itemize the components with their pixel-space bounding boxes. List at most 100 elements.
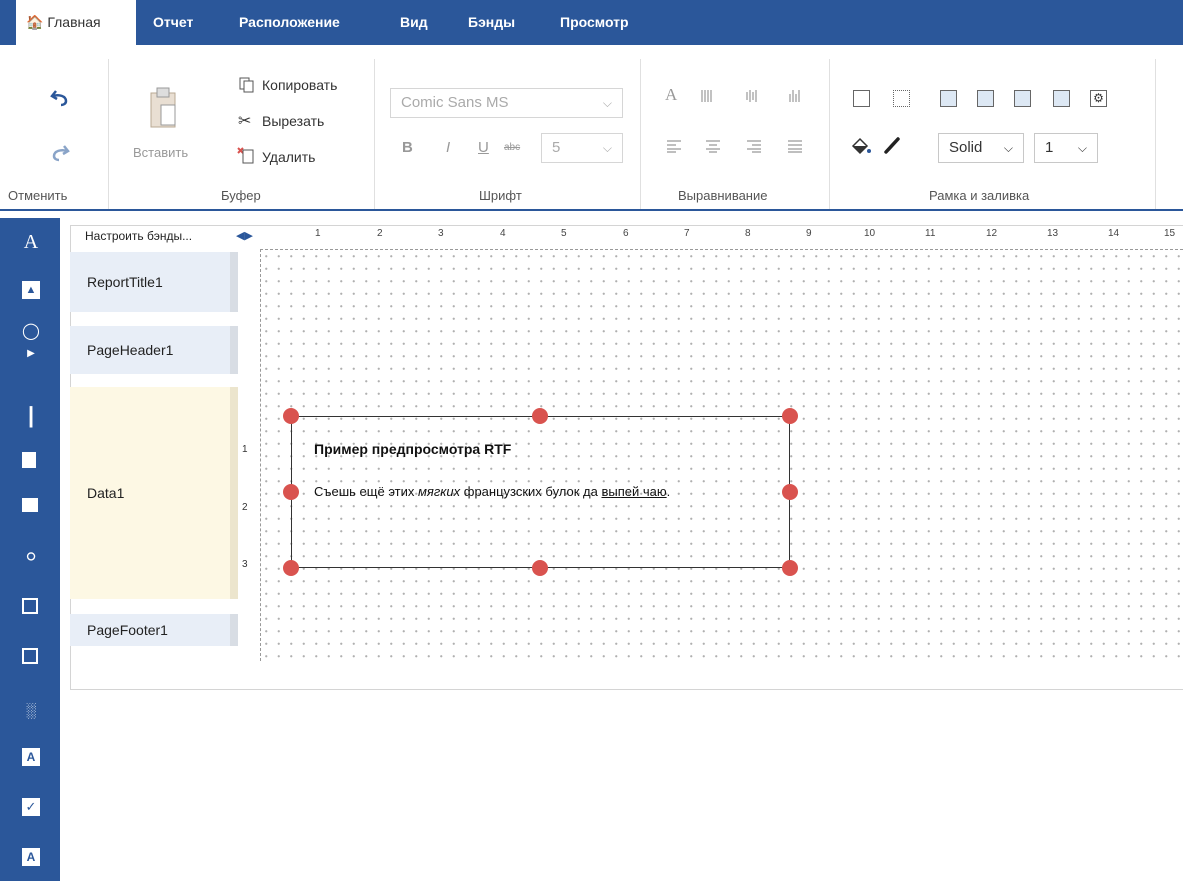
- table-tool-icon[interactable]: [22, 498, 38, 512]
- ribbon-tab-bar: 🏠 Главная Отчет Расположение Вид Бэнды П…: [0, 0, 1183, 45]
- barcode-tool-icon[interactable]: ░: [22, 701, 40, 719]
- ruler-mark: 9: [806, 228, 812, 239]
- ruler-mark: 14: [1108, 228, 1120, 239]
- configure-bands-button[interactable]: Настроить бэнды...: [85, 229, 192, 243]
- tab-report[interactable]: Отчет: [153, 0, 193, 45]
- tab-home[interactable]: 🏠 Главная: [16, 0, 136, 45]
- copy-button[interactable]: Копировать: [262, 77, 337, 93]
- ruler-mark: 1: [315, 228, 321, 239]
- strikethrough-button[interactable]: abc: [504, 142, 520, 153]
- align-middle-icon[interactable]: [745, 89, 759, 103]
- band-page-footer[interactable]: PageFooter1: [70, 614, 238, 646]
- font-family-value: Comic Sans MS: [401, 94, 509, 111]
- align-left-icon[interactable]: [667, 139, 681, 153]
- band-data[interactable]: Data1: [70, 387, 238, 599]
- vruler-mark: 2: [242, 502, 248, 513]
- rich-text-tool-icon[interactable]: [22, 452, 36, 468]
- border-color-icon[interactable]: [882, 135, 902, 155]
- resize-handle[interactable]: [283, 560, 299, 576]
- delete-icon: [237, 147, 254, 164]
- tab-bands[interactable]: Бэнды: [468, 0, 515, 45]
- ruler-mark: 11: [925, 228, 936, 239]
- tab-view[interactable]: Вид: [400, 0, 428, 45]
- undo-group-label: Отменить: [8, 188, 68, 203]
- vruler-mark: 1: [242, 444, 248, 455]
- resize-handle[interactable]: [782, 560, 798, 576]
- italic-button[interactable]: I: [446, 139, 450, 156]
- border-bottom-icon[interactable]: [1053, 90, 1070, 107]
- undo-icon[interactable]: [50, 87, 70, 107]
- delete-button[interactable]: Удалить: [262, 149, 315, 165]
- home-icon: 🏠: [26, 14, 44, 30]
- resize-handle[interactable]: [283, 408, 299, 424]
- text-field-tool-icon[interactable]: A: [22, 848, 40, 866]
- border-all-icon[interactable]: [853, 90, 870, 107]
- ruler-mark: 13: [1047, 228, 1059, 239]
- ruler-mark: 6: [623, 228, 629, 239]
- chevron-down-icon: ⌵: [1003, 141, 1013, 155]
- tab-layout[interactable]: Расположение: [239, 0, 340, 45]
- ruler-mark: 10: [864, 228, 876, 239]
- resize-handle[interactable]: [782, 484, 798, 500]
- line-tool-icon[interactable]: ┃: [22, 408, 40, 426]
- align-right-icon[interactable]: [747, 139, 761, 153]
- cut-icon: ✂: [238, 113, 252, 130]
- align-justify-icon[interactable]: [788, 139, 802, 153]
- rtf-body: Съешь ещё этих мягких французских булок …: [314, 484, 671, 499]
- border-right-icon[interactable]: [1014, 90, 1031, 107]
- paste-icon[interactable]: [147, 83, 177, 129]
- cut-button[interactable]: Вырезать: [262, 113, 324, 129]
- resize-handle[interactable]: [532, 560, 548, 576]
- subreport-tool-icon[interactable]: [22, 598, 38, 614]
- band-page-header[interactable]: PageHeader1: [70, 326, 238, 374]
- ruler-mark: 8: [745, 228, 751, 239]
- border-none-icon[interactable]: [893, 90, 910, 107]
- checkbox-tool-icon[interactable]: ✓: [22, 798, 40, 816]
- text-box-tool-icon[interactable]: A: [22, 748, 40, 766]
- resize-handle[interactable]: [283, 484, 299, 500]
- ruler-mark: 4: [500, 228, 506, 239]
- chart-tool-icon[interactable]: [22, 648, 38, 664]
- ruler-mark: 15: [1164, 228, 1176, 239]
- shape-tool-icon[interactable]: ◯: [22, 323, 40, 341]
- ruler-mark: 2: [377, 228, 383, 239]
- chevron-down-icon: ⌵: [602, 96, 612, 110]
- ruler-mark: 5: [561, 228, 567, 239]
- border-top-icon[interactable]: [977, 90, 994, 107]
- copy-icon: [239, 77, 254, 93]
- paste-button[interactable]: Вставить: [133, 145, 188, 160]
- border-style-select[interactable]: Solid ⌵: [938, 133, 1024, 163]
- font-family-select[interactable]: Comic Sans MS ⌵: [390, 88, 623, 118]
- resize-handle[interactable]: [782, 408, 798, 424]
- globe-tool-icon[interactable]: ⚪: [22, 548, 40, 566]
- collapse-bands-icon[interactable]: ◀▶: [236, 229, 253, 242]
- picture-tool-icon[interactable]: ▲: [22, 281, 40, 299]
- redo-icon[interactable]: [50, 142, 70, 162]
- resize-handle[interactable]: [532, 408, 548, 424]
- font-color-icon[interactable]: A: [665, 85, 677, 105]
- tab-preview[interactable]: Просмотр: [560, 0, 629, 45]
- label-tool-icon[interactable]: A: [22, 232, 40, 252]
- ruler-mark: 3: [438, 228, 444, 239]
- border-left-icon[interactable]: [940, 90, 957, 107]
- align-top-icon[interactable]: [700, 89, 714, 103]
- rtf-control[interactable]: Пример предпросмотра RTF Съешь ещё этих …: [291, 416, 790, 568]
- border-style-value: Solid: [949, 139, 983, 156]
- band-report-title[interactable]: ReportTitle1: [70, 252, 238, 312]
- fill-color-icon[interactable]: [850, 136, 872, 156]
- font-size-value: 5: [552, 139, 561, 156]
- font-size-select[interactable]: 5 ⌵: [541, 133, 623, 163]
- expand-arrow-icon[interactable]: ▶: [22, 345, 40, 363]
- chevron-down-icon: ⌵: [602, 141, 612, 155]
- bold-button[interactable]: B: [402, 139, 413, 156]
- align-bottom-icon[interactable]: [788, 89, 802, 103]
- chevron-down-icon: ⌵: [1077, 141, 1087, 155]
- align-center-icon[interactable]: [706, 139, 720, 153]
- border-settings-icon[interactable]: ⚙: [1090, 90, 1107, 107]
- ribbon: Отменить Вставить Копировать ✂ Вырезать …: [0, 45, 1183, 211]
- underline-button[interactable]: U: [478, 139, 489, 156]
- toolbox: A ▲ ◯ ▶ ┃ ⚪ ░ A ✓ A: [0, 218, 60, 881]
- ruler-mark: 7: [684, 228, 690, 239]
- ruler-mark: 12: [986, 228, 998, 239]
- border-width-select[interactable]: 1 ⌵: [1034, 133, 1098, 163]
